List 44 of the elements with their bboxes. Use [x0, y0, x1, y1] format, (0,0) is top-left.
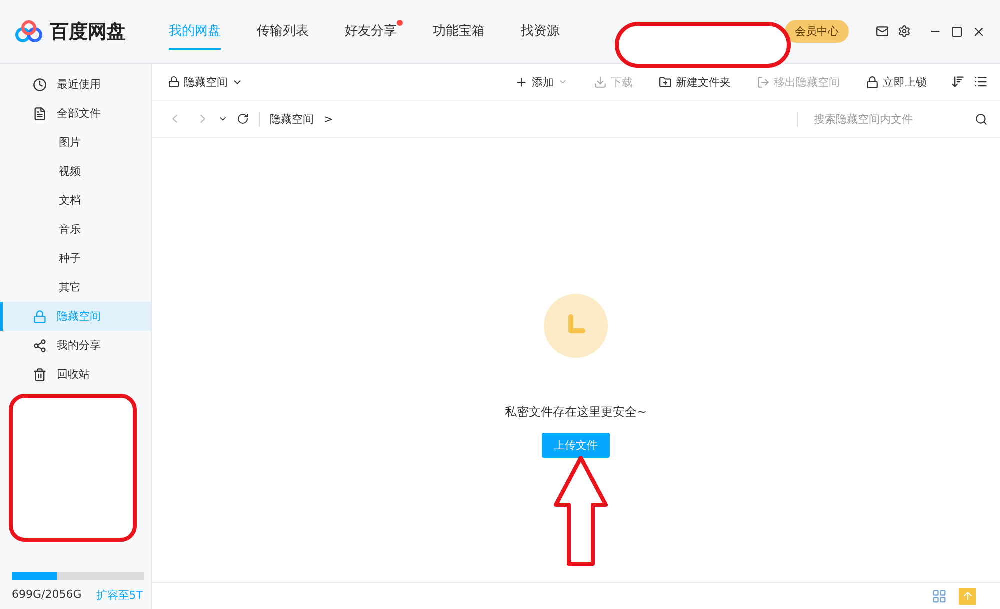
sidebar-item[interactable]: 其它 — [0, 273, 151, 302]
member-center-button[interactable]: 会员中心 — [785, 20, 849, 43]
breadcrumb-separator: > — [324, 112, 334, 126]
nav-tab[interactable]: 功能宝箱 — [433, 14, 485, 50]
document-icon — [33, 106, 47, 120]
sidebar-item[interactable]: 视频 — [0, 157, 151, 186]
sidebar-item[interactable]: 种子 — [0, 244, 151, 273]
nav-tab[interactable]: 传输列表 — [257, 14, 309, 50]
toolbar-action[interactable]: 添加 — [515, 74, 568, 90]
maximize-icon[interactable] — [951, 26, 963, 38]
download-icon — [594, 76, 607, 88]
share-icon — [33, 338, 47, 352]
sidebar-item[interactable]: 图片 — [0, 128, 151, 157]
lock-icon — [168, 76, 180, 88]
sidebar-item[interactable]: 全部文件 — [0, 99, 151, 128]
plus-icon — [515, 76, 528, 88]
cloud-logo-icon — [14, 20, 44, 44]
breadcrumb-item[interactable]: 隐藏空间 — [259, 112, 314, 126]
app-name: 百度网盘 — [50, 20, 126, 44]
sidebar-item[interactable]: 回收站 — [0, 360, 151, 389]
folder-plus-icon — [659, 76, 672, 88]
sidebar-item[interactable]: 文档 — [0, 186, 151, 215]
list-view-icon[interactable] — [974, 75, 988, 89]
toolbar-action[interactable]: 新建文件夹 — [659, 74, 731, 90]
sort-icon[interactable] — [951, 75, 965, 89]
toolbar-action[interactable]: 立即上锁 — [866, 74, 927, 90]
lock-icon — [866, 76, 879, 88]
trash-icon — [33, 368, 47, 382]
refresh-icon[interactable] — [237, 113, 249, 125]
search-icon[interactable] — [975, 112, 988, 126]
clock-icon — [33, 78, 47, 92]
empty-message: 私密文件存在这里更安全~ — [504, 404, 648, 421]
settings-icon[interactable] — [898, 25, 911, 38]
mail-icon[interactable] — [876, 25, 889, 38]
nav-tab[interactable]: 好友分享 — [345, 14, 397, 50]
space-menu[interactable]: 隐藏空间 — [168, 74, 243, 90]
storage-usage: 699G/2056G — [12, 588, 82, 603]
search-field[interactable]: 搜索隐藏空间内文件 — [797, 112, 988, 126]
sidebar-item[interactable]: 我的分享 — [0, 331, 151, 360]
move-out-icon — [757, 76, 770, 88]
nav-tab[interactable]: 找资源 — [521, 14, 560, 50]
sidebar-item[interactable]: 最近使用 — [0, 70, 151, 99]
sidebar-item[interactable]: 音乐 — [0, 215, 151, 244]
lock-icon — [33, 310, 47, 324]
